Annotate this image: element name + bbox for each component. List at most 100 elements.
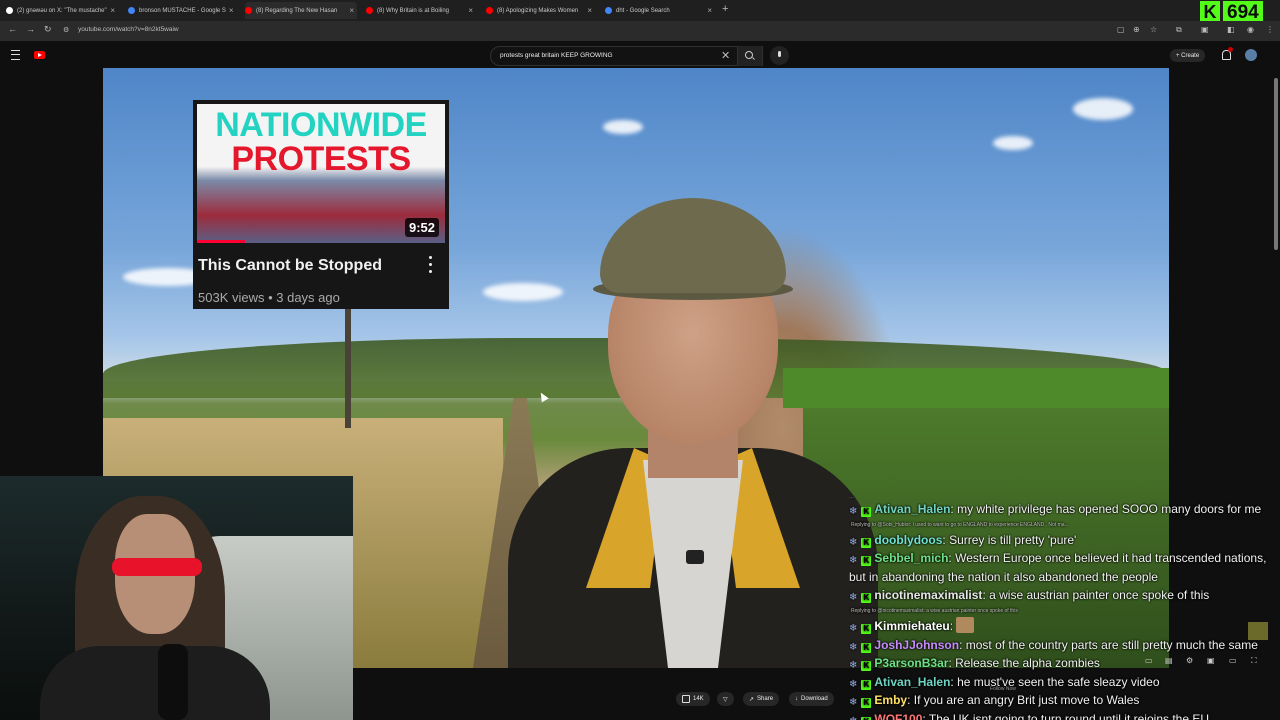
google-favicon-icon (128, 7, 135, 14)
thumbnail-headline: NATIONWIDE (215, 106, 427, 144)
hamburger-menu-icon[interactable] (11, 50, 20, 60)
search-button[interactable] (737, 46, 762, 66)
like-button[interactable]: 14K (676, 692, 710, 706)
close-tab-icon[interactable]: × (226, 6, 236, 15)
address-url[interactable]: youtube.com/watch?v=8n2kt5waiw (78, 26, 179, 33)
snowflake-badge-icon: ❄ (849, 622, 858, 634)
forward-icon[interactable]: → (26, 24, 35, 34)
back-icon[interactable]: ← (8, 24, 17, 34)
chat-username[interactable]: WOF100 (874, 712, 922, 720)
youtube-logo-icon[interactable] (34, 51, 45, 59)
like-count: 14K (693, 696, 704, 702)
extension-icon[interactable]: ◧ (1227, 25, 1235, 34)
search-input[interactable]: protests great britain KEEP GROWING (500, 52, 613, 59)
search-icon (745, 51, 753, 59)
close-tab-icon[interactable]: × (107, 6, 118, 15)
youtube-doodle-logo[interactable] (48, 49, 77, 61)
chat-text: The UK isnt going to turn round until it… (928, 711, 1213, 720)
dislike-button[interactable]: ▽ (717, 692, 734, 706)
chat-message: ❄ Kdooblydoos: Surrey is till pretty 'pur… (849, 532, 1077, 548)
chat-username[interactable]: P3arsonB3ar (874, 656, 948, 670)
chat-message: ❄ K Emby: If you are an angry Brit just mo… (849, 693, 1140, 709)
chat-text: Surrey is till pretty 'pure' (949, 532, 1077, 547)
cloud (993, 136, 1033, 150)
snowflake-badge-icon: ❄ (849, 678, 858, 690)
kick-badge-icon: K (861, 642, 872, 653)
bookmark-star-icon[interactable]: ☆ (1150, 25, 1157, 34)
snowflake-badge-icon: ❄ (849, 641, 858, 653)
chat-text: a wise austrian painter once spoke of th… (989, 588, 1210, 603)
cloud (603, 120, 643, 134)
search-box[interactable]: protests great britain KEEP GROWING ✕ (490, 46, 763, 66)
scrollbar-thumb[interactable] (1274, 78, 1278, 250)
tab-label: (8) Apologizing Makes Women (497, 7, 579, 14)
chat-username[interactable]: nicotinemaximalist (874, 588, 982, 602)
extensions-icon[interactable]: ⧉ (1176, 25, 1182, 35)
screenshot-icon[interactable]: ▢ (1117, 25, 1125, 34)
browser-tab[interactable]: dht - Google Search × (605, 2, 715, 19)
tab-label: dht - Google Search (616, 7, 670, 14)
video-duration: 9:52 (404, 218, 439, 237)
tab-label: (8) Why Britain is at Boiling (377, 7, 450, 14)
thumbs-down-icon: ▽ (723, 696, 728, 703)
close-tab-icon[interactable]: × (346, 6, 357, 15)
youtube-favicon-icon (245, 7, 252, 14)
download-button[interactable]: ↓ Download (789, 692, 834, 706)
reload-icon[interactable]: ↻ (44, 24, 52, 35)
voice-search-button[interactable] (770, 46, 789, 65)
kick-badge-icon: K (861, 698, 872, 709)
snowflake-badge-icon: ❄ (849, 555, 858, 567)
chat-text: Release the alpha zombies (955, 656, 1100, 671)
video-card-overlay[interactable]: NATIONWIDE PROTESTS 9:52 This Cannot be … (193, 100, 449, 309)
close-tab-icon[interactable]: × (584, 6, 595, 15)
browser-menu-icon[interactable]: ⋮ (1266, 25, 1274, 34)
kick-badge-icon: K (861, 679, 872, 690)
chat-username[interactable]: Emby (874, 693, 907, 707)
close-tab-icon[interactable]: × (704, 6, 715, 15)
zoom-icon[interactable]: ⊕ (1133, 25, 1140, 34)
watch-progress-bar (197, 240, 245, 243)
kick-badge-icon: K (861, 537, 872, 548)
download-icon: ↓ (795, 696, 798, 702)
chat-text: he must've seen the safe sleazy video (957, 674, 1160, 689)
tab-label: (8) Regarding The New Hasan (256, 7, 338, 14)
chat-username[interactable]: JoshJJohnson (874, 638, 959, 652)
cap (600, 198, 786, 293)
browser-tab[interactable]: (8) Why Britain is at Boiling × (366, 2, 476, 19)
browser-tab[interactable]: (8) Apologizing Makes Women × (486, 2, 595, 19)
close-tab-icon[interactable]: × (465, 6, 476, 15)
chat-username[interactable]: dooblydoos (874, 533, 942, 547)
thumbs-up-icon (682, 695, 690, 703)
kick-badge-icon: K (861, 623, 872, 634)
new-tab-button[interactable]: + (722, 3, 728, 15)
presenter (508, 198, 878, 668)
snowflake-badge-icon: ❄ (849, 713, 857, 720)
more-options-icon[interactable] (429, 256, 433, 274)
browser-tab[interactable]: bronson MUSTACHE - Google S × (128, 2, 236, 19)
clear-search-icon[interactable]: ✕ (721, 49, 730, 62)
youtube-favicon-icon (486, 7, 493, 14)
extension-icon[interactable]: ▣ (1201, 25, 1209, 34)
share-button[interactable]: ↗ Share (743, 692, 780, 706)
chat-username[interactable]: Ativan_Halen (874, 675, 950, 689)
video-thumbnail[interactable]: NATIONWIDE PROTESTS 9:52 (197, 104, 445, 243)
profile-icon[interactable]: ◉ (1247, 25, 1254, 34)
webcam-overlay (0, 476, 353, 720)
browser-tab-active[interactable]: (8) Regarding The New Hasan × (245, 2, 357, 19)
video-title[interactable]: This Cannot be Stopped (198, 257, 382, 275)
chat-username[interactable]: Sebbel_mich (874, 551, 948, 565)
kick-badge-icon: K (861, 593, 872, 604)
red-glasses (112, 558, 202, 576)
chat-text: my white privilege has opened SOOO many … (957, 502, 1262, 516)
account-avatar[interactable] (1245, 49, 1257, 61)
chat-message: ❄ K Ativan_Halen: he must've seen the safe… (849, 674, 1160, 690)
share-icon: ↗ (749, 696, 755, 703)
chat-username[interactable]: Ativan_Halen (874, 502, 950, 516)
download-label: Download (801, 696, 828, 702)
create-button[interactable]: + Create (1170, 49, 1206, 62)
browser-tab[interactable]: (2) gnǝʍǝu on X: "The mustache" × (6, 2, 118, 19)
face-emote-icon (956, 616, 975, 633)
chat-username[interactable]: Kimmiehateu (874, 619, 949, 633)
streamer-body (40, 646, 270, 720)
site-info-icon[interactable]: ⚙ (63, 26, 69, 34)
